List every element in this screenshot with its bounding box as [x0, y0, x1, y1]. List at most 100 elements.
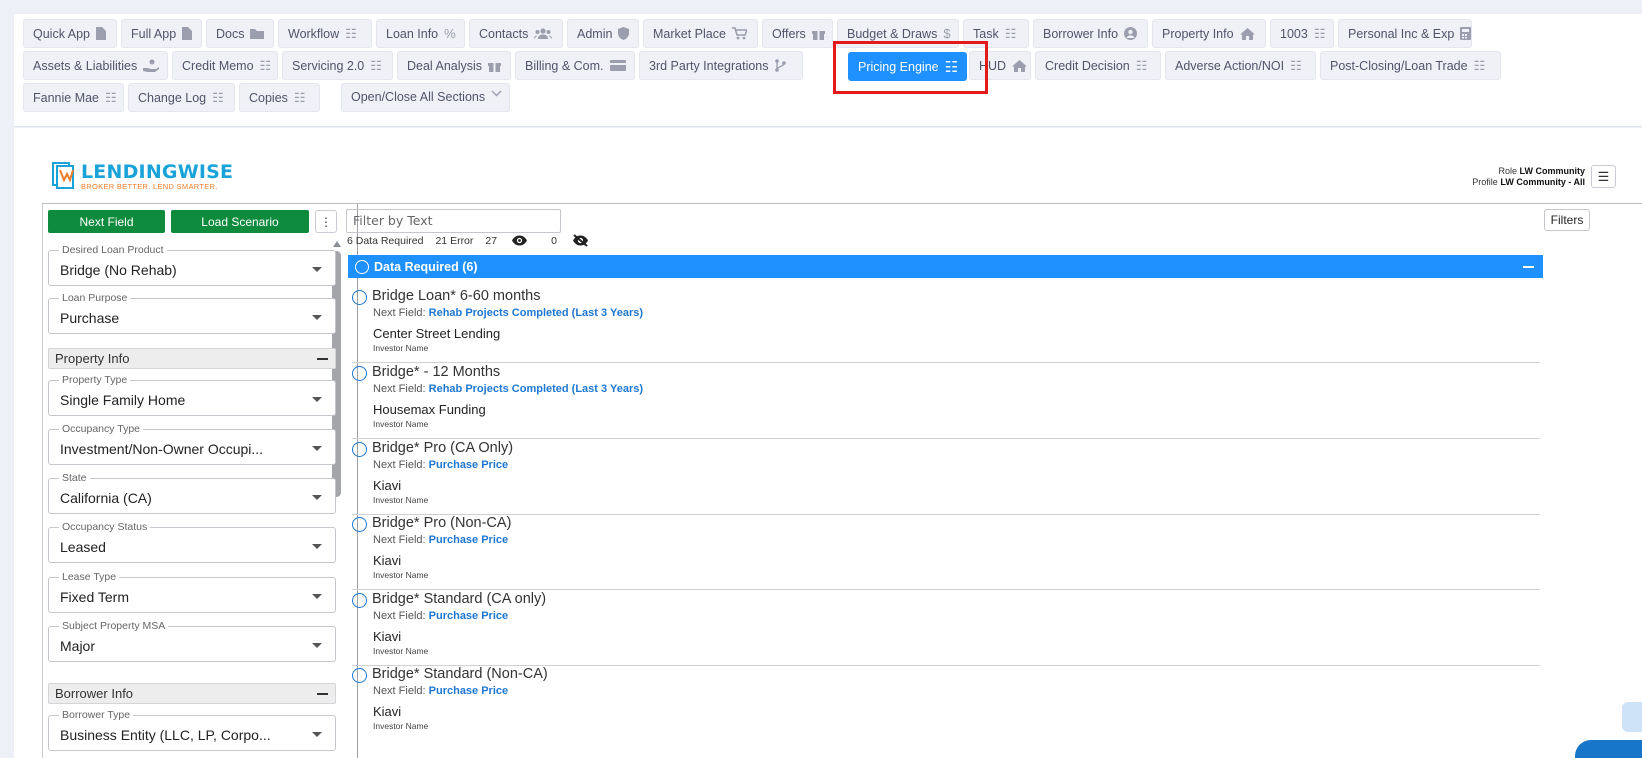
field-label: Occupancy Status [59, 521, 151, 533]
tab-personal-inc-exp[interactable]: Personal Inc & Exp [1338, 19, 1472, 48]
tab-credit-memo[interactable]: Credit Memo ☷ [172, 51, 278, 80]
data-required-section-header[interactable]: Data Required (6) [348, 255, 1543, 278]
visible-count-group[interactable]: 27 [485, 235, 539, 247]
select-radio[interactable] [352, 668, 367, 683]
tab-property-info[interactable]: Property Info [1152, 19, 1266, 48]
next-field-link[interactable]: Purchase Price [429, 534, 509, 546]
tab-deal-analysis[interactable]: Deal Analysis [397, 51, 511, 80]
tab-label: Deal Analysis [407, 58, 483, 73]
percent-icon: % [444, 26, 456, 41]
hidden-count-group[interactable]: 0 [551, 234, 601, 247]
next-field-link[interactable]: Rehab Projects Completed (Last 3 Years) [429, 383, 643, 395]
field-label: Desired Loan Product [59, 244, 167, 256]
list-icon: ☷ [212, 89, 224, 105]
collapse-icon[interactable] [317, 358, 328, 360]
loan-program-item[interactable]: Bridge* Pro (CA Only) Next Field: Purcha… [352, 439, 1540, 515]
calculator-icon [1460, 27, 1471, 40]
hamburger-menu-button[interactable]: ☰ [1591, 165, 1616, 188]
borrower-type-select[interactable]: Borrower Type Business Entity (LLC, LP, C… [48, 709, 336, 751]
tab-label: Credit Memo [182, 58, 254, 73]
tab-label: Budget & Draws [847, 26, 938, 41]
next-field-label: Next Field: [373, 534, 426, 546]
tab-copies[interactable]: Copies ☷ [239, 83, 320, 112]
tab-quick-app[interactable]: Quick App [23, 19, 117, 48]
dropdown-caret-icon [312, 732, 322, 737]
tab-admin[interactable]: Admin [567, 19, 639, 48]
tab-3rd-party-integrations[interactable]: 3rd Party Integrations [639, 51, 803, 80]
tab-task[interactable]: Task ☷ [963, 19, 1029, 48]
select-radio[interactable] [352, 517, 367, 532]
filters-button[interactable]: Filters [1544, 209, 1590, 231]
tab-1003[interactable]: 1003 ☷ [1270, 19, 1334, 48]
tab-label: Quick App [33, 26, 90, 41]
tab-loan-info[interactable]: Loan Info% [376, 19, 465, 48]
tab-hud[interactable]: HUD [969, 51, 1031, 80]
tab-label: Fannie Mae [33, 90, 100, 105]
list-icon: ☷ [293, 89, 306, 105]
tab-pricing-engine[interactable]: Pricing Engine ☷ [848, 52, 967, 81]
loan-program-item[interactable]: Bridge* Pro (Non-CA) Next Field: Purchas… [352, 514, 1540, 590]
tab-budget-draws[interactable]: Budget & Draws $ [837, 19, 959, 48]
property-info-section-header[interactable]: Property Info [48, 348, 336, 369]
next-field-link[interactable]: Purchase Price [429, 685, 509, 697]
open-close-all-sections-button[interactable]: Open/Close All Sections [341, 83, 510, 112]
tab-credit-decision[interactable]: Credit Decision ☷ [1035, 51, 1161, 80]
tab-label: Servicing 2.0 [292, 58, 365, 73]
tab-offers[interactable]: Offers [762, 19, 833, 48]
next-field-button[interactable]: Next Field [48, 210, 165, 233]
tab-label: Adverse Action/NOI [1175, 58, 1285, 73]
loan-purpose-select[interactable]: Loan Purpose Purchase [48, 292, 336, 334]
more-options-button[interactable]: ⋮ [315, 210, 337, 233]
tab-label: Credit Decision [1045, 58, 1130, 73]
tab-workflow[interactable]: Workflow ☷ [278, 19, 372, 48]
loan-program-item[interactable]: Bridge* Standard (Non-CA) Next Field: Pu… [352, 665, 1540, 741]
select-radio[interactable] [352, 366, 367, 381]
select-radio[interactable] [352, 442, 367, 457]
lease-type-select[interactable]: Lease Type Fixed Term [48, 571, 336, 613]
tab-adverse-action[interactable]: Adverse Action/NOI ☷ [1165, 51, 1316, 80]
credit-card-icon [609, 60, 626, 71]
tab-label: Contacts [479, 26, 529, 41]
tab-docs[interactable]: Docs [206, 19, 274, 48]
next-field-label: Next Field: [373, 685, 426, 697]
kebab-icon: ⋮ [320, 214, 332, 229]
tab-billing-com[interactable]: Billing & Com. [515, 51, 635, 80]
tab-full-app[interactable]: Full App [121, 19, 202, 48]
collapse-icon[interactable] [1523, 266, 1534, 268]
subject-property-msa-select[interactable]: Subject Property MSA Major [48, 620, 336, 662]
menu-icon: ☰ [1597, 168, 1610, 184]
next-field-link[interactable]: Purchase Price [429, 610, 509, 622]
load-scenario-button[interactable]: Load Scenario [171, 210, 309, 233]
loan-program-item[interactable]: Bridge* Standard (CA only) Next Field: P… [352, 590, 1540, 666]
select-radio[interactable] [352, 290, 367, 305]
download-widget[interactable] [1622, 702, 1642, 732]
select-radio[interactable] [352, 593, 367, 608]
tab-change-log[interactable]: Change Log ☷ [128, 83, 235, 112]
tab-contacts[interactable]: Contacts [469, 19, 563, 48]
next-field-link[interactable]: Purchase Price [429, 459, 509, 471]
tab-borrower-info[interactable]: Borrower Info [1033, 19, 1148, 48]
field-label: Borrower Type [59, 709, 134, 721]
occupancy-status-select[interactable]: Occupancy Status Leased [48, 521, 336, 563]
tab-fannie-mae[interactable]: Fannie Mae ☷ [23, 83, 124, 112]
loan-program-item[interactable]: Bridge* - 12 Months Next Field: Rehab Pr… [352, 363, 1540, 439]
borrower-info-section-header[interactable]: Borrower Info [48, 683, 336, 704]
loan-program-item[interactable]: Bridge Loan* 6-60 months Next Field: Reh… [352, 287, 1540, 363]
tab-label: Full App [131, 26, 177, 41]
filters-label: Filters [1550, 213, 1584, 227]
tab-market-place[interactable]: Market Place [643, 19, 758, 48]
tab-post-closing[interactable]: Post-Closing/Loan Trade ☷ [1320, 51, 1501, 80]
filter-by-text-input[interactable]: Filter by Text [346, 209, 561, 233]
property-type-select[interactable]: Property Type Single Family Home [48, 374, 336, 416]
collapse-icon[interactable] [317, 693, 328, 695]
scroll-up-arrow-icon[interactable] [333, 241, 341, 247]
occupancy-type-select[interactable]: Occupancy Type Investment/Non-Owner Occup… [48, 423, 336, 465]
desired-loan-product-select[interactable]: Desired Loan Product Bridge (No Rehab) [48, 244, 336, 286]
chat-widget-button[interactable] [1575, 740, 1642, 758]
state-select[interactable]: State California (CA) [48, 472, 336, 514]
next-field-link[interactable]: Rehab Projects Completed (Last 3 Years) [429, 307, 643, 319]
tab-servicing[interactable]: Servicing 2.0 ☷ [282, 51, 393, 80]
tab-label: 3rd Party Integrations [649, 58, 769, 73]
list-icon: ☷ [1473, 57, 1486, 73]
tab-assets-liabilities[interactable]: Assets & Liabilities [23, 51, 168, 80]
